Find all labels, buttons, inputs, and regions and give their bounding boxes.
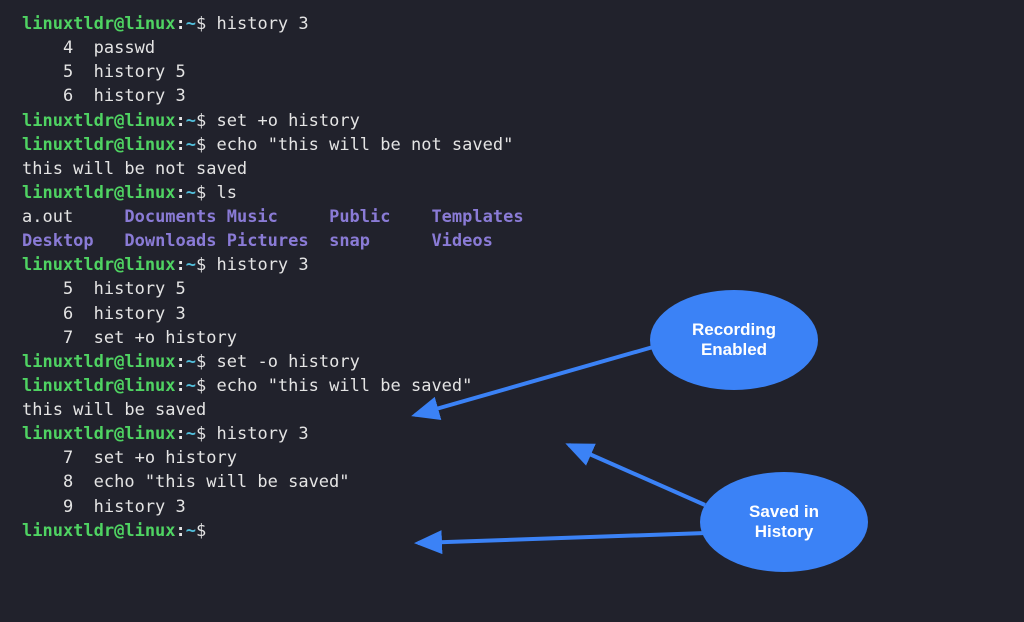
annotation-recording-enabled: Recording Enabled bbox=[650, 290, 818, 390]
ls-directory: Music bbox=[227, 207, 329, 227]
shell-prompt: linuxtldr@linux:~$ bbox=[22, 111, 217, 131]
output-text: 9 history 3 bbox=[22, 497, 186, 517]
shell-prompt: linuxtldr@linux:~$ bbox=[22, 135, 217, 155]
output-text: this will be not saved bbox=[22, 159, 247, 179]
output-text: 8 echo "this will be saved" bbox=[22, 472, 350, 492]
output-text: 7 set +o history bbox=[22, 448, 237, 468]
command-text: history 3 bbox=[217, 14, 309, 34]
ls-directory: Documents bbox=[124, 207, 226, 227]
ls-directory: Pictures bbox=[227, 231, 329, 251]
ls-directory: Videos bbox=[431, 231, 492, 251]
annotation-text: History bbox=[755, 522, 814, 542]
shell-prompt: linuxtldr@linux:~$ bbox=[22, 183, 217, 203]
terminal-line: this will be saved bbox=[22, 398, 1006, 422]
shell-prompt: linuxtldr@linux:~$ bbox=[22, 376, 217, 396]
terminal-line: linuxtldr@linux:~$ ls bbox=[22, 181, 1006, 205]
ls-directory: Public bbox=[329, 207, 431, 227]
terminal-line: linuxtldr@linux:~$ history 3 bbox=[22, 12, 1006, 36]
terminal-line: 8 echo "this will be saved" bbox=[22, 470, 1006, 494]
terminal-line: 7 set +o history bbox=[22, 446, 1006, 470]
terminal-line: linuxtldr@linux:~$ history 3 bbox=[22, 422, 1006, 446]
command-text: echo "this will be not saved" bbox=[217, 135, 514, 155]
output-text: 6 history 3 bbox=[22, 86, 186, 106]
annotation-text: Recording bbox=[692, 320, 776, 340]
command-text: echo "this will be saved" bbox=[217, 376, 473, 396]
terminal-line: 5 history 5 bbox=[22, 277, 1006, 301]
terminal-window[interactable]: linuxtldr@linux:~$ history 3 4 passwd 5 … bbox=[0, 0, 1024, 555]
command-text: set +o history bbox=[217, 111, 360, 131]
output-text: 5 history 5 bbox=[22, 62, 186, 82]
terminal-line: linuxtldr@linux:~$ echo "this will be sa… bbox=[22, 374, 1006, 398]
terminal-line: 6 history 3 bbox=[22, 302, 1006, 326]
output-text: 5 history 5 bbox=[22, 279, 186, 299]
terminal-line: a.out Documents Music Public Templates bbox=[22, 205, 1006, 229]
terminal-line: this will be not saved bbox=[22, 157, 1006, 181]
annotation-text: Saved in bbox=[749, 502, 819, 522]
terminal-line: 4 passwd bbox=[22, 36, 1006, 60]
terminal-line: 7 set +o history bbox=[22, 326, 1006, 350]
output-text: 7 set +o history bbox=[22, 328, 237, 348]
ls-file: a.out bbox=[22, 207, 124, 227]
terminal-line: 6 history 3 bbox=[22, 84, 1006, 108]
command-text: history 3 bbox=[217, 424, 309, 444]
terminal-line: linuxtldr@linux:~$ set -o history bbox=[22, 350, 1006, 374]
ls-directory: Templates bbox=[431, 207, 523, 227]
output-text: 4 passwd bbox=[22, 38, 155, 58]
terminal-line: linuxtldr@linux:~$ echo "this will be no… bbox=[22, 133, 1006, 157]
output-text: this will be saved bbox=[22, 400, 206, 420]
terminal-line: 5 history 5 bbox=[22, 60, 1006, 84]
annotation-saved-in-history: Saved in History bbox=[700, 472, 868, 572]
shell-prompt: linuxtldr@linux:~$ bbox=[22, 424, 217, 444]
ls-directory: snap bbox=[329, 231, 431, 251]
command-text: history 3 bbox=[217, 255, 309, 275]
shell-prompt: linuxtldr@linux:~$ bbox=[22, 14, 217, 34]
ls-directory: Desktop bbox=[22, 231, 124, 251]
terminal-line: Desktop Downloads Pictures snap Videos bbox=[22, 229, 1006, 253]
shell-prompt: linuxtldr@linux:~$ bbox=[22, 255, 217, 275]
ls-directory: Downloads bbox=[124, 231, 226, 251]
command-text: set -o history bbox=[217, 352, 360, 372]
terminal-line: linuxtldr@linux:~$ history 3 bbox=[22, 253, 1006, 277]
shell-prompt: linuxtldr@linux:~$ bbox=[22, 352, 217, 372]
command-text: ls bbox=[217, 183, 237, 203]
output-text: 6 history 3 bbox=[22, 304, 186, 324]
annotation-text: Enabled bbox=[701, 340, 767, 360]
terminal-line: linuxtldr@linux:~$ set +o history bbox=[22, 109, 1006, 133]
shell-prompt: linuxtldr@linux:~$ bbox=[22, 521, 217, 541]
